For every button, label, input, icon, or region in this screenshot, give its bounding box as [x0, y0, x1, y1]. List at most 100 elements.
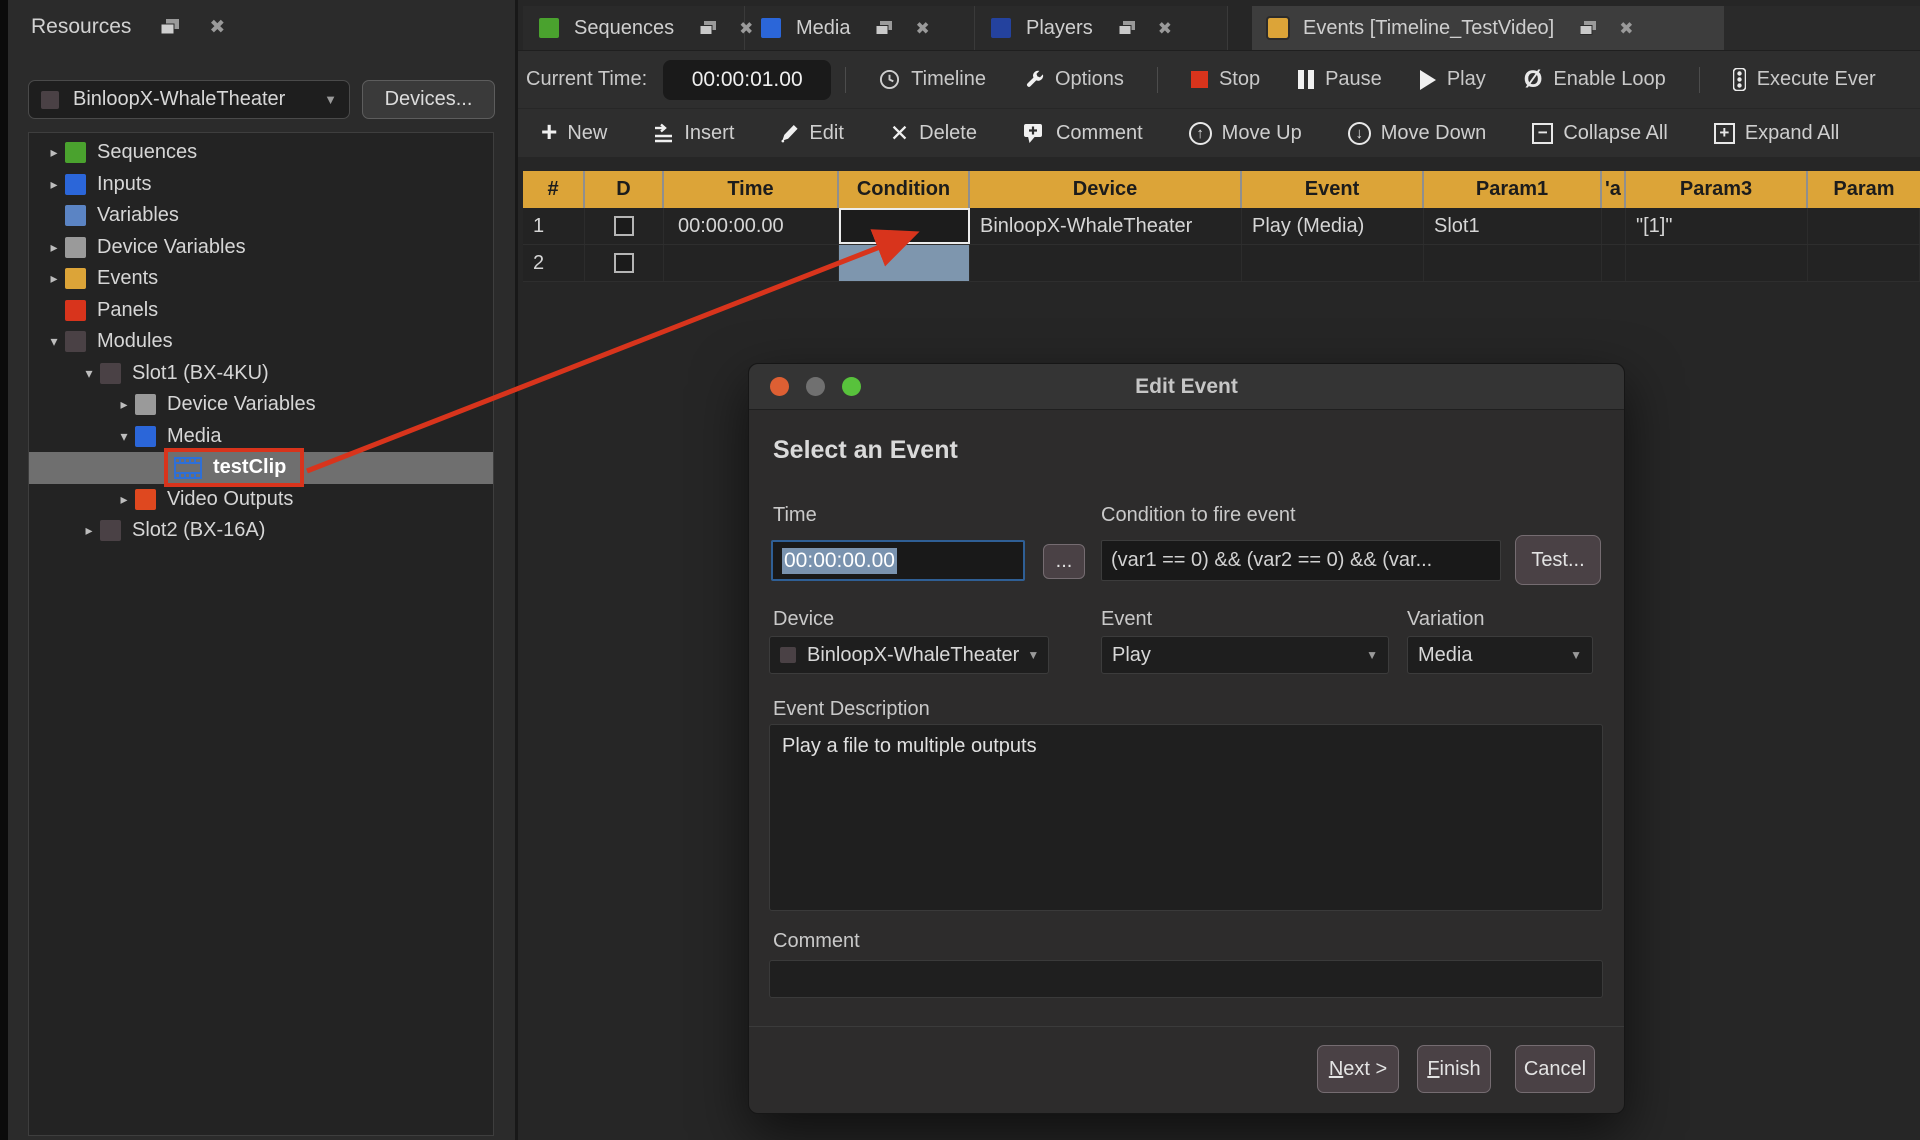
column-header-condition[interactable]: Condition [839, 171, 970, 208]
disable-checkbox[interactable] [614, 216, 634, 236]
browse-time-button[interactable]: ... [1043, 544, 1085, 579]
undock-tab-icon[interactable] [876, 21, 893, 36]
cell-d[interactable] [585, 245, 664, 281]
column-header-d[interactable]: D [585, 171, 664, 208]
cell-condition[interactable] [839, 208, 970, 244]
device-dropdown[interactable]: BinloopX-WhaleTheater ▼ [769, 636, 1049, 674]
test-condition-button[interactable]: Test... [1515, 535, 1601, 585]
cell-a[interactable] [1602, 245, 1626, 281]
cell-event[interactable]: Play (Media) [1242, 208, 1424, 244]
undock-tab-icon[interactable] [700, 21, 717, 36]
delete-button[interactable]: ✕Delete [890, 122, 977, 145]
tree-item-slot2-bx-16a[interactable]: ▸Slot2 (BX-16A) [29, 515, 493, 547]
close-tab-icon[interactable]: ✖ [1619, 20, 1633, 37]
chevron-right-icon[interactable]: ▸ [43, 270, 65, 287]
tree-item-modules[interactable]: ▾Modules [29, 326, 493, 358]
cell-condition[interactable] [839, 245, 970, 281]
finish-button[interactable]: Finish [1417, 1045, 1491, 1093]
condition-input[interactable]: (var1 == 0) && (var2 == 0) && (var... [1101, 540, 1501, 581]
tree-item-variables[interactable]: Variables [29, 200, 493, 232]
cell-param1[interactable] [1424, 245, 1602, 281]
tree-item-inputs[interactable]: ▸Inputs [29, 169, 493, 201]
description-textarea[interactable]: Play a file to multiple outputs [769, 724, 1603, 911]
tree-item-device-variables[interactable]: ▸Device Variables [29, 232, 493, 264]
variation-dropdown[interactable]: Media ▼ [1407, 636, 1593, 674]
chevron-right-icon[interactable]: ▸ [43, 239, 65, 256]
cancel-button[interactable]: Cancel [1515, 1045, 1595, 1093]
column-header-param1[interactable]: Param1 [1424, 171, 1602, 208]
chevron-right-icon[interactable]: ▸ [78, 522, 100, 539]
enable-loop-button[interactable]: ØEnable Loop [1524, 68, 1666, 92]
chevron-down-icon[interactable]: ▾ [43, 333, 65, 350]
cell-[interactable]: 2 [523, 245, 585, 281]
tree-item-slot1-bx-4ku[interactable]: ▾Slot1 (BX-4KU) [29, 358, 493, 390]
column-header-time[interactable]: Time [664, 171, 839, 208]
move-down-button[interactable]: ↓Move Down [1348, 122, 1487, 145]
tree-item-testclip[interactable]: testClip [29, 452, 493, 484]
close-tab-icon[interactable]: ✖ [1158, 20, 1172, 37]
tab-media[interactable]: Media✖ [745, 6, 975, 50]
undock-panel-icon[interactable] [161, 19, 179, 35]
time-input[interactable]: 00:00:00.00 [771, 540, 1025, 581]
expand-all-button[interactable]: +Expand All [1714, 122, 1840, 145]
cell-device[interactable] [970, 245, 1242, 281]
cell-time[interactable] [664, 245, 839, 281]
device-selector-dropdown[interactable]: BinloopX-WhaleTheater ▼ [28, 80, 350, 119]
chevron-down-icon[interactable]: ▾ [78, 365, 100, 382]
close-window-icon[interactable] [770, 377, 789, 396]
column-header-event[interactable]: Event [1242, 171, 1424, 208]
tree-item-panels[interactable]: Panels [29, 295, 493, 327]
zoom-window-icon[interactable] [842, 377, 861, 396]
chevron-right-icon[interactable]: ▸ [113, 396, 135, 413]
close-panel-icon[interactable]: ✖ [209, 18, 225, 37]
insert-button[interactable]: Insert [653, 122, 734, 145]
undock-tab-icon[interactable] [1580, 21, 1597, 36]
cell-device[interactable]: BinloopX-WhaleTheater [970, 208, 1242, 244]
cell-param[interactable] [1808, 208, 1920, 244]
stop-button[interactable]: Stop [1191, 68, 1260, 91]
minimize-window-icon[interactable] [806, 377, 825, 396]
disable-checkbox[interactable] [614, 253, 634, 273]
devices-button[interactable]: Devices... [362, 80, 495, 119]
event-dropdown[interactable]: Play ▼ [1101, 636, 1389, 674]
execute-event-button[interactable]: Execute Ever [1733, 68, 1876, 91]
column-header-[interactable]: # [523, 171, 585, 208]
column-header-a[interactable]: 'a [1602, 171, 1626, 208]
new-button[interactable]: +New [541, 121, 607, 146]
edit-button[interactable]: Edit [780, 122, 843, 145]
cell-param3[interactable] [1626, 245, 1808, 281]
play-button[interactable]: Play [1420, 68, 1486, 91]
current-time-field[interactable]: 00:00:01.00 [663, 60, 831, 100]
comment-button[interactable]: Comment [1023, 122, 1143, 145]
cell-time[interactable]: 00:00:00.00 [664, 208, 839, 244]
column-header-param3[interactable]: Param3 [1626, 171, 1808, 208]
undock-tab-icon[interactable] [1119, 21, 1136, 36]
comment-input[interactable] [769, 960, 1603, 998]
next-button[interactable]: Next > [1317, 1045, 1399, 1093]
cell-d[interactable] [585, 208, 664, 244]
chevron-down-icon[interactable]: ▾ [113, 428, 135, 445]
chevron-right-icon[interactable]: ▸ [43, 144, 65, 161]
tab-events-timeline-testvideo[interactable]: Events [Timeline_TestVideo]✖ [1252, 6, 1724, 50]
tab-players[interactable]: Players✖ [975, 6, 1228, 50]
close-tab-icon[interactable]: ✖ [915, 20, 929, 37]
cell-param1[interactable]: Slot1 [1424, 208, 1602, 244]
tree-item-events[interactable]: ▸Events [29, 263, 493, 295]
cell-param[interactable] [1808, 245, 1920, 281]
cell-param3[interactable]: "[1]" [1626, 208, 1808, 244]
tree-item-device-variables[interactable]: ▸Device Variables [29, 389, 493, 421]
chevron-right-icon[interactable]: ▸ [113, 491, 135, 508]
chevron-right-icon[interactable]: ▸ [43, 176, 65, 193]
tree-item-sequences[interactable]: ▸Sequences [29, 137, 493, 169]
cell-[interactable]: 1 [523, 208, 585, 244]
dialog-titlebar[interactable]: Edit Event [749, 364, 1624, 410]
cell-event[interactable] [1242, 245, 1424, 281]
options-button[interactable]: Options [1024, 68, 1124, 91]
collapse-all-button[interactable]: −Collapse All [1532, 122, 1668, 145]
column-header-device[interactable]: Device [970, 171, 1242, 208]
pause-button[interactable]: Pause [1298, 68, 1382, 91]
column-header-param[interactable]: Param [1808, 171, 1920, 208]
cell-a[interactable] [1602, 208, 1626, 244]
tree-item-video-outputs[interactable]: ▸Video Outputs [29, 484, 493, 516]
tab-sequences[interactable]: Sequences✖ [523, 6, 745, 50]
